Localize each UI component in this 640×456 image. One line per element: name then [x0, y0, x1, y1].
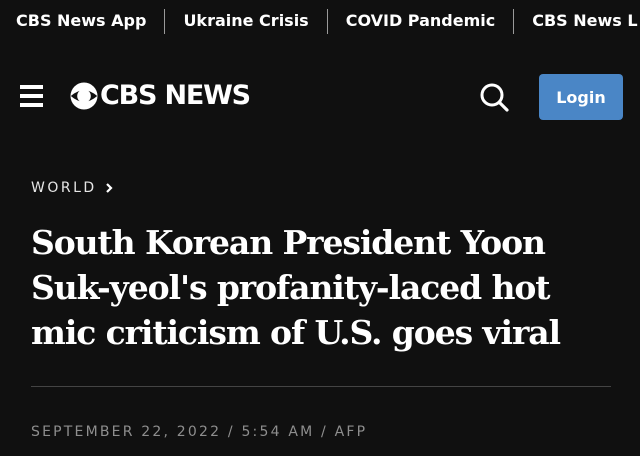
- section-breadcrumb[interactable]: WORLD: [31, 178, 113, 198]
- article-headline: South Korean President Yoon Suk-yeol's p…: [31, 223, 561, 352]
- chevron-right-icon: [105, 183, 113, 193]
- search-icon[interactable]: [479, 82, 509, 112]
- nav-link-ukraine-crisis[interactable]: Ukraine Crisis: [165, 9, 326, 33]
- cbs-news-logo[interactable]: CBS NEWS: [70, 80, 251, 111]
- login-button[interactable]: Login: [539, 74, 623, 120]
- section-label: WORLD: [31, 180, 97, 196]
- trending-nav: CBS News App Ukraine Crisis COVID Pandem…: [0, 0, 640, 42]
- divider: [31, 386, 611, 387]
- cbs-eye-icon: [70, 82, 98, 110]
- article-byline: SEPTEMBER 22, 2022 / 5:54 AM / AFP: [31, 424, 368, 440]
- nav-link-cbs-news-live[interactable]: CBS News L: [514, 9, 640, 33]
- hamburger-menu-icon[interactable]: [20, 85, 43, 107]
- nav-link-cbs-news-app[interactable]: CBS News App: [0, 9, 164, 33]
- logo-wordmark: CBS NEWS: [100, 80, 251, 111]
- site-header: CBS NEWS Login: [0, 64, 640, 128]
- nav-link-covid-pandemic[interactable]: COVID Pandemic: [328, 9, 514, 33]
- page: CBS News App Ukraine Crisis COVID Pandem…: [0, 0, 640, 456]
